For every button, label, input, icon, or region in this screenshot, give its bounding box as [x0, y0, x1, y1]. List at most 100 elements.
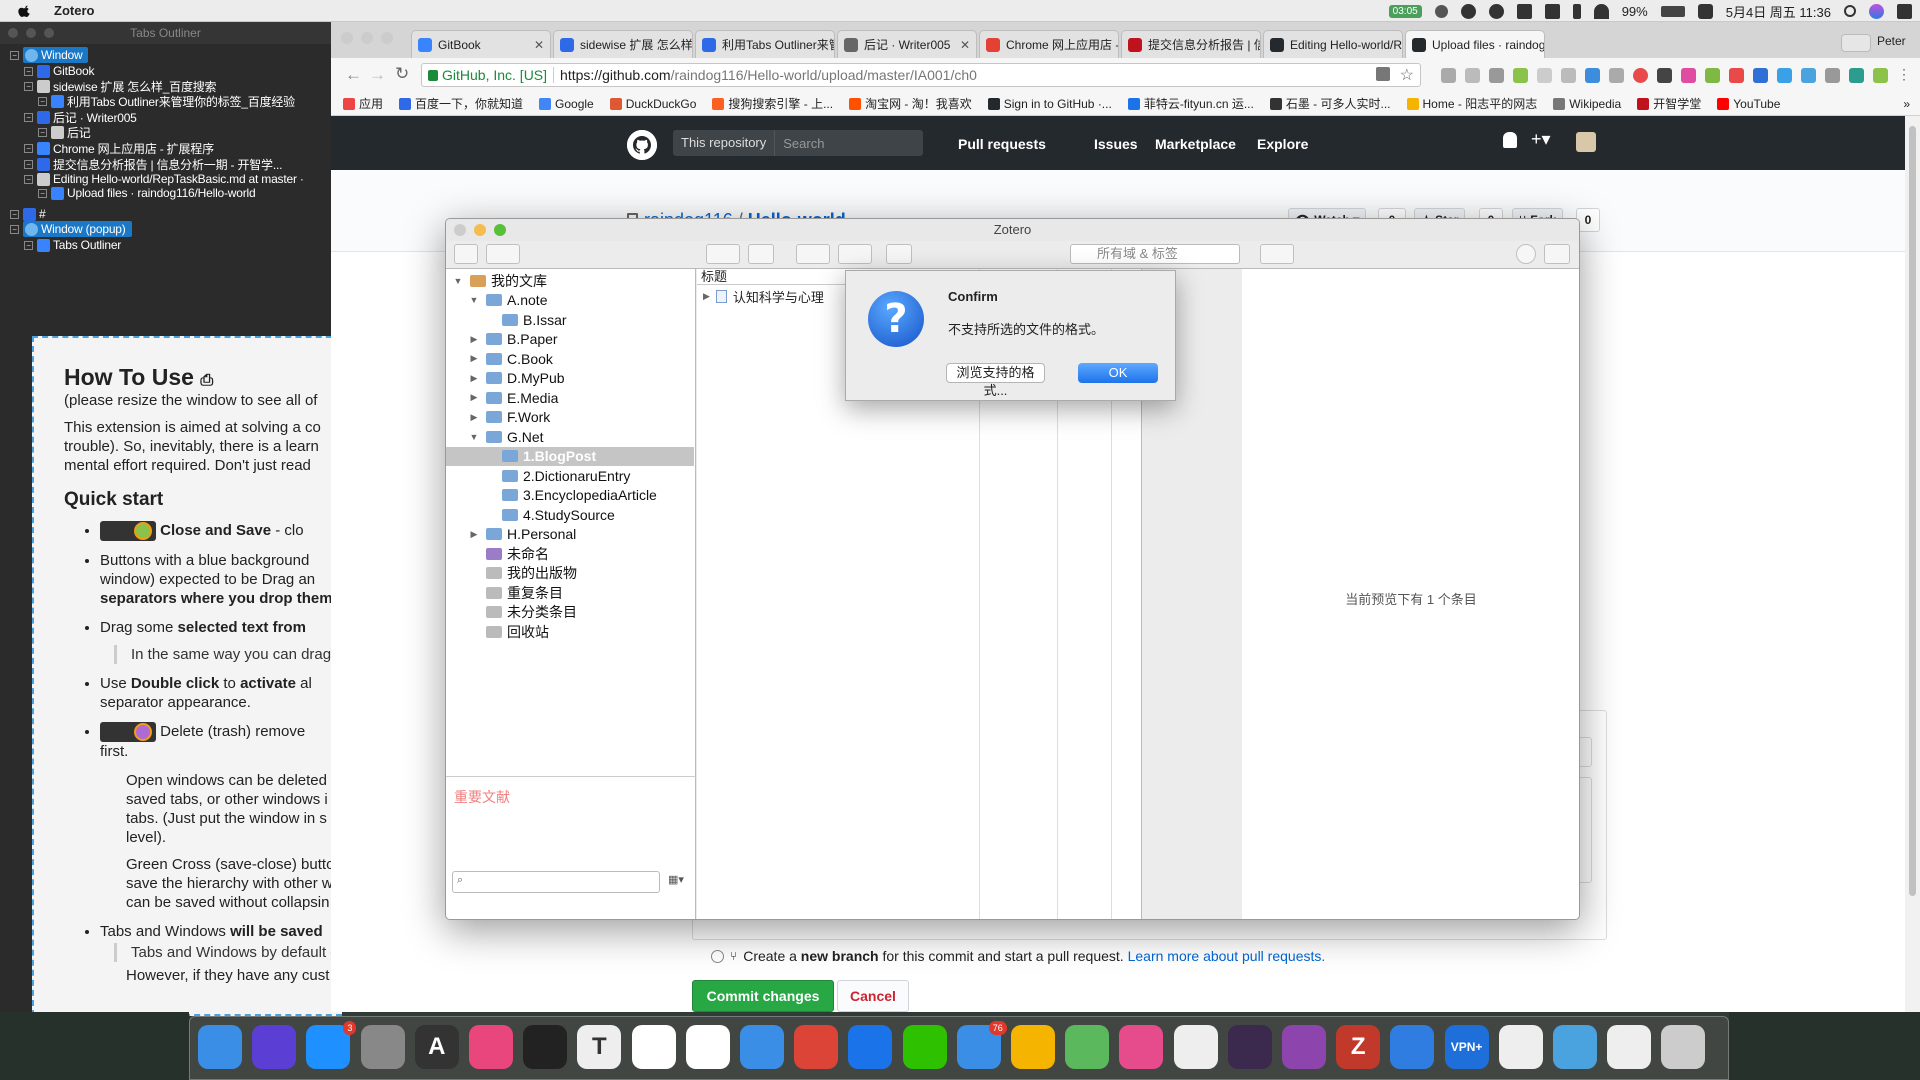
collection-item[interactable]: 回收站 [446, 622, 694, 641]
battery-icon[interactable] [1660, 5, 1685, 17]
display-icon[interactable] [1119, 1025, 1164, 1069]
extension-icon[interactable] [1441, 68, 1456, 83]
bookmark-item[interactable]: 菲特云-fityun.cn 运... [1127, 95, 1254, 112]
close-window-button[interactable] [8, 28, 18, 38]
ok-button[interactable]: OK [1078, 363, 1158, 383]
twisty-icon[interactable]: ▼ [468, 295, 480, 305]
typora-icon[interactable]: T [577, 1025, 622, 1069]
nav-issues[interactable]: Issues [1094, 136, 1138, 152]
tag-filter-input[interactable]: ⌕ [452, 871, 660, 893]
twisty-icon[interactable]: ▶ [468, 412, 480, 423]
browser-tab[interactable]: GitBook ✕ [411, 30, 551, 58]
nav-explore[interactable]: Explore [1257, 136, 1308, 152]
item-row[interactable]: ▶ 认知科学与心理 [703, 287, 824, 306]
circle-app-icon[interactable] [1282, 1025, 1326, 1069]
sync-icon[interactable] [1544, 244, 1570, 264]
address-bar[interactable]: GitHub, Inc. [US] https://github.com/rai… [421, 63, 1421, 87]
maxthon-icon[interactable] [848, 1025, 893, 1069]
secure-indicator[interactable]: GitHub, Inc. [US] [428, 67, 555, 83]
photos-icon[interactable] [1011, 1025, 1055, 1069]
battery-percent[interactable]: 99% [1622, 4, 1648, 19]
collection-item[interactable]: 重复条目 [446, 583, 694, 602]
collapse-toggle-icon[interactable]: − [24, 159, 33, 169]
baidu-netdisk-icon[interactable] [1390, 1025, 1435, 1069]
new-note-icon[interactable] [796, 244, 830, 264]
datetime[interactable]: 5月4日 周五 11:36 [1726, 2, 1831, 21]
extension-icon[interactable] [1465, 68, 1480, 83]
apple-icon[interactable] [18, 4, 32, 18]
twisty-icon[interactable]: ▶ [468, 334, 480, 345]
collapse-toggle-icon[interactable]: − [10, 50, 19, 60]
minimize-window-button[interactable] [26, 28, 36, 38]
twisty-icon[interactable]: ▶ [468, 529, 480, 540]
collection-item[interactable]: 2.DictionaruEntry [446, 466, 694, 485]
extension-icon[interactable] [1705, 68, 1720, 83]
zotero-icon[interactable]: Z [1336, 1025, 1381, 1069]
extension-icon[interactable] [1657, 68, 1672, 83]
collapse-toggle-icon[interactable]: − [10, 224, 19, 234]
collapse-toggle-icon[interactable]: − [24, 112, 33, 122]
locate-icon[interactable] [1260, 244, 1294, 264]
cloud-icon[interactable] [1460, 3, 1476, 19]
scrollbar-thumb[interactable] [1909, 126, 1916, 896]
twisty-icon[interactable]: ▼ [468, 432, 480, 442]
app-store-icon[interactable]: 3 [306, 1021, 357, 1069]
close-tab-icon[interactable]: ✕ [960, 38, 970, 52]
zoom-window-button[interactable] [494, 224, 506, 236]
back-icon[interactable]: ← [345, 65, 362, 85]
extension-icon[interactable] [1873, 68, 1888, 83]
browser-tab[interactable]: sidewise 扩展 怎么样_百✕ [553, 30, 693, 58]
terminal-icon[interactable] [523, 1025, 568, 1069]
extension-icon[interactable] [1777, 68, 1792, 83]
collapse-toggle-icon[interactable]: − [24, 240, 33, 250]
nav-pull-requests[interactable]: Pull requests [958, 136, 1046, 152]
bookmark-item[interactable]: 淘宝网 - 淘！我喜欢 [849, 95, 972, 112]
extension-icon[interactable] [1825, 68, 1840, 83]
collection-item[interactable]: 未命名 [446, 544, 694, 563]
pinterest-icon[interactable] [1633, 68, 1648, 83]
collection-item[interactable]: B.Issar [446, 310, 694, 329]
collapse-toggle-icon[interactable]: − [38, 188, 47, 198]
forward-icon[interactable]: → [369, 65, 386, 85]
browser-tab[interactable]: 后记 · Writer005 ✕ [837, 30, 977, 58]
paw-icon[interactable]: 76 [956, 1021, 1007, 1069]
network-icon[interactable] [1553, 1025, 1597, 1069]
nav-marketplace[interactable]: Marketplace [1155, 136, 1236, 152]
bookmark-item[interactable]: Sign in to GitHub ·... [987, 97, 1112, 111]
close-window-button[interactable] [341, 32, 353, 44]
siri-icon[interactable] [252, 1025, 297, 1069]
trash-icon[interactable] [1661, 1025, 1706, 1069]
commit-changes-button[interactable]: Commit changes [692, 980, 834, 1012]
bookmark-item[interactable]: Google [539, 97, 594, 111]
cancel-button[interactable]: Cancel [837, 980, 909, 1012]
bookmark-item[interactable]: 百度一下，你就知道 [399, 95, 523, 112]
timing-icon[interactable] [1227, 1025, 1272, 1069]
collapse-toggle-icon[interactable]: − [24, 81, 33, 91]
collection-item[interactable]: ▶ B.Paper [446, 330, 694, 349]
new-branch-radio[interactable] [711, 949, 724, 963]
minimize-window-button[interactable] [361, 32, 373, 44]
collection-item[interactable]: ▼ G.Net [446, 427, 694, 446]
dictionary-icon[interactable]: A [414, 1025, 459, 1069]
search-icon[interactable] [1434, 4, 1448, 18]
extension-icon[interactable] [1753, 68, 1768, 83]
collection-item[interactable]: ▶ D.MyPub [446, 369, 694, 388]
twisty-icon[interactable]: ▶ [468, 373, 480, 384]
notification-center-icon[interactable] [1897, 3, 1912, 19]
translate-icon[interactable] [1376, 67, 1390, 81]
twisty-icon[interactable]: ▼ [452, 276, 464, 286]
mindnode-icon[interactable] [685, 1025, 730, 1069]
collection-item[interactable]: ▼ 我的文库 [446, 271, 694, 290]
collapse-toggle-icon[interactable]: − [10, 209, 19, 219]
collection-item[interactable]: ▶ C.Book [446, 349, 694, 368]
browser-tab[interactable]: Chrome 网上应用店 -✕ [979, 30, 1119, 58]
expand-icon[interactable]: ▶ [703, 291, 710, 302]
collapse-toggle-icon[interactable]: − [38, 96, 47, 106]
bookmark-item[interactable]: DuckDuckGo [609, 97, 696, 111]
new-library-icon[interactable] [486, 244, 520, 264]
siri-icon[interactable] [1869, 3, 1884, 19]
tag-item[interactable]: 重要文献 [454, 787, 695, 807]
chrome-menu-icon[interactable]: ⋮ [1897, 66, 1911, 83]
zoom-window-button[interactable] [44, 28, 54, 38]
bookmark-item[interactable]: Wikipedia [1553, 97, 1621, 111]
